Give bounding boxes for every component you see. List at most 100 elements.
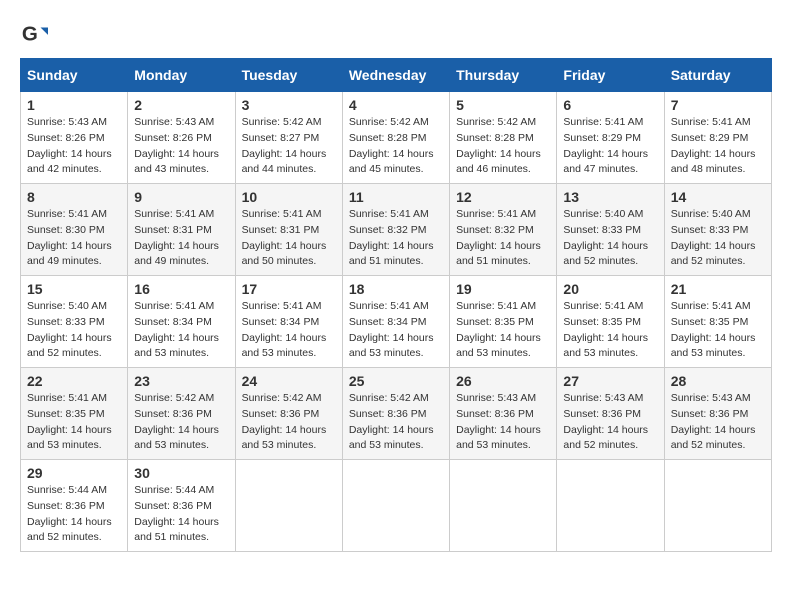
calendar-cell: 6 Sunrise: 5:41 AMSunset: 8:29 PMDayligh… [557, 92, 664, 184]
calendar-cell: 19 Sunrise: 5:41 AMSunset: 8:35 PMDaylig… [450, 276, 557, 368]
calendar-cell: 10 Sunrise: 5:41 AMSunset: 8:31 PMDaylig… [235, 184, 342, 276]
day-info: Sunrise: 5:43 AMSunset: 8:26 PMDaylight:… [27, 115, 121, 178]
day-info: Sunrise: 5:41 AMSunset: 8:31 PMDaylight:… [242, 207, 336, 270]
day-info: Sunrise: 5:40 AMSunset: 8:33 PMDaylight:… [563, 207, 657, 270]
day-number: 7 [671, 97, 765, 113]
calendar: SundayMondayTuesdayWednesdayThursdayFrid… [20, 58, 772, 552]
calendar-cell: 25 Sunrise: 5:42 AMSunset: 8:36 PMDaylig… [342, 368, 449, 460]
day-info: Sunrise: 5:40 AMSunset: 8:33 PMDaylight:… [27, 299, 121, 362]
day-number: 25 [349, 373, 443, 389]
day-number: 6 [563, 97, 657, 113]
day-info: Sunrise: 5:41 AMSunset: 8:29 PMDaylight:… [563, 115, 657, 178]
calendar-cell: 11 Sunrise: 5:41 AMSunset: 8:32 PMDaylig… [342, 184, 449, 276]
day-info: Sunrise: 5:43 AMSunset: 8:36 PMDaylight:… [671, 391, 765, 454]
calendar-cell [557, 460, 664, 552]
day-number: 1 [27, 97, 121, 113]
calendar-week-4: 22 Sunrise: 5:41 AMSunset: 8:35 PMDaylig… [21, 368, 772, 460]
calendar-cell: 2 Sunrise: 5:43 AMSunset: 8:26 PMDayligh… [128, 92, 235, 184]
calendar-week-3: 15 Sunrise: 5:40 AMSunset: 8:33 PMDaylig… [21, 276, 772, 368]
weekday-header-saturday: Saturday [664, 59, 771, 92]
day-info: Sunrise: 5:44 AMSunset: 8:36 PMDaylight:… [27, 483, 121, 546]
day-number: 30 [134, 465, 228, 481]
day-number: 28 [671, 373, 765, 389]
day-info: Sunrise: 5:41 AMSunset: 8:32 PMDaylight:… [456, 207, 550, 270]
day-number: 29 [27, 465, 121, 481]
day-info: Sunrise: 5:42 AMSunset: 8:27 PMDaylight:… [242, 115, 336, 178]
day-info: Sunrise: 5:41 AMSunset: 8:35 PMDaylight:… [456, 299, 550, 362]
header: G [20, 20, 772, 48]
calendar-cell: 28 Sunrise: 5:43 AMSunset: 8:36 PMDaylig… [664, 368, 771, 460]
day-number: 27 [563, 373, 657, 389]
calendar-cell [342, 460, 449, 552]
calendar-cell: 13 Sunrise: 5:40 AMSunset: 8:33 PMDaylig… [557, 184, 664, 276]
calendar-cell: 5 Sunrise: 5:42 AMSunset: 8:28 PMDayligh… [450, 92, 557, 184]
weekday-header-row: SundayMondayTuesdayWednesdayThursdayFrid… [21, 59, 772, 92]
day-number: 18 [349, 281, 443, 297]
calendar-week-2: 8 Sunrise: 5:41 AMSunset: 8:30 PMDayligh… [21, 184, 772, 276]
calendar-cell: 4 Sunrise: 5:42 AMSunset: 8:28 PMDayligh… [342, 92, 449, 184]
day-number: 19 [456, 281, 550, 297]
day-number: 21 [671, 281, 765, 297]
weekday-header-friday: Friday [557, 59, 664, 92]
day-info: Sunrise: 5:41 AMSunset: 8:35 PMDaylight:… [563, 299, 657, 362]
calendar-cell: 29 Sunrise: 5:44 AMSunset: 8:36 PMDaylig… [21, 460, 128, 552]
calendar-cell: 1 Sunrise: 5:43 AMSunset: 8:26 PMDayligh… [21, 92, 128, 184]
day-number: 2 [134, 97, 228, 113]
calendar-cell: 27 Sunrise: 5:43 AMSunset: 8:36 PMDaylig… [557, 368, 664, 460]
day-number: 4 [349, 97, 443, 113]
day-info: Sunrise: 5:42 AMSunset: 8:36 PMDaylight:… [349, 391, 443, 454]
day-info: Sunrise: 5:41 AMSunset: 8:31 PMDaylight:… [134, 207, 228, 270]
calendar-cell: 20 Sunrise: 5:41 AMSunset: 8:35 PMDaylig… [557, 276, 664, 368]
day-info: Sunrise: 5:43 AMSunset: 8:26 PMDaylight:… [134, 115, 228, 178]
day-info: Sunrise: 5:44 AMSunset: 8:36 PMDaylight:… [134, 483, 228, 546]
day-number: 20 [563, 281, 657, 297]
day-number: 10 [242, 189, 336, 205]
day-info: Sunrise: 5:41 AMSunset: 8:32 PMDaylight:… [349, 207, 443, 270]
day-info: Sunrise: 5:42 AMSunset: 8:36 PMDaylight:… [134, 391, 228, 454]
calendar-cell: 9 Sunrise: 5:41 AMSunset: 8:31 PMDayligh… [128, 184, 235, 276]
calendar-cell: 3 Sunrise: 5:42 AMSunset: 8:27 PMDayligh… [235, 92, 342, 184]
calendar-cell: 21 Sunrise: 5:41 AMSunset: 8:35 PMDaylig… [664, 276, 771, 368]
calendar-cell: 12 Sunrise: 5:41 AMSunset: 8:32 PMDaylig… [450, 184, 557, 276]
day-info: Sunrise: 5:43 AMSunset: 8:36 PMDaylight:… [563, 391, 657, 454]
day-number: 24 [242, 373, 336, 389]
calendar-cell: 17 Sunrise: 5:41 AMSunset: 8:34 PMDaylig… [235, 276, 342, 368]
calendar-week-1: 1 Sunrise: 5:43 AMSunset: 8:26 PMDayligh… [21, 92, 772, 184]
calendar-cell: 22 Sunrise: 5:41 AMSunset: 8:35 PMDaylig… [21, 368, 128, 460]
day-info: Sunrise: 5:42 AMSunset: 8:28 PMDaylight:… [349, 115, 443, 178]
logo-icon: G [20, 20, 48, 48]
calendar-week-5: 29 Sunrise: 5:44 AMSunset: 8:36 PMDaylig… [21, 460, 772, 552]
day-info: Sunrise: 5:42 AMSunset: 8:28 PMDaylight:… [456, 115, 550, 178]
day-number: 9 [134, 189, 228, 205]
day-info: Sunrise: 5:41 AMSunset: 8:34 PMDaylight:… [242, 299, 336, 362]
day-info: Sunrise: 5:41 AMSunset: 8:34 PMDaylight:… [349, 299, 443, 362]
day-number: 5 [456, 97, 550, 113]
calendar-cell: 7 Sunrise: 5:41 AMSunset: 8:29 PMDayligh… [664, 92, 771, 184]
logo: G [20, 20, 52, 48]
calendar-cell: 14 Sunrise: 5:40 AMSunset: 8:33 PMDaylig… [664, 184, 771, 276]
calendar-cell: 23 Sunrise: 5:42 AMSunset: 8:36 PMDaylig… [128, 368, 235, 460]
day-info: Sunrise: 5:41 AMSunset: 8:30 PMDaylight:… [27, 207, 121, 270]
calendar-cell [450, 460, 557, 552]
day-number: 16 [134, 281, 228, 297]
calendar-cell: 24 Sunrise: 5:42 AMSunset: 8:36 PMDaylig… [235, 368, 342, 460]
weekday-header-thursday: Thursday [450, 59, 557, 92]
day-number: 23 [134, 373, 228, 389]
calendar-cell: 30 Sunrise: 5:44 AMSunset: 8:36 PMDaylig… [128, 460, 235, 552]
weekday-header-wednesday: Wednesday [342, 59, 449, 92]
day-number: 12 [456, 189, 550, 205]
calendar-cell: 18 Sunrise: 5:41 AMSunset: 8:34 PMDaylig… [342, 276, 449, 368]
day-info: Sunrise: 5:41 AMSunset: 8:29 PMDaylight:… [671, 115, 765, 178]
svg-text:G: G [22, 23, 38, 46]
day-info: Sunrise: 5:41 AMSunset: 8:35 PMDaylight:… [27, 391, 121, 454]
weekday-header-monday: Monday [128, 59, 235, 92]
calendar-cell: 26 Sunrise: 5:43 AMSunset: 8:36 PMDaylig… [450, 368, 557, 460]
calendar-cell [235, 460, 342, 552]
day-info: Sunrise: 5:40 AMSunset: 8:33 PMDaylight:… [671, 207, 765, 270]
calendar-cell [664, 460, 771, 552]
day-number: 26 [456, 373, 550, 389]
calendar-cell: 16 Sunrise: 5:41 AMSunset: 8:34 PMDaylig… [128, 276, 235, 368]
day-number: 3 [242, 97, 336, 113]
day-number: 14 [671, 189, 765, 205]
calendar-cell: 15 Sunrise: 5:40 AMSunset: 8:33 PMDaylig… [21, 276, 128, 368]
